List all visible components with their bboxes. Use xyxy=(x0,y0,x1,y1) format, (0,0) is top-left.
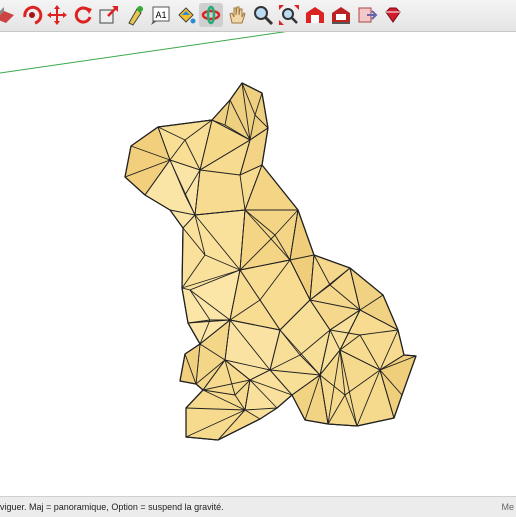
green-axis xyxy=(0,32,287,74)
zoom-extents-icon xyxy=(279,5,299,25)
warehouse-tool[interactable] xyxy=(303,3,327,27)
rotate-icon xyxy=(74,6,92,24)
orbit-tool[interactable] xyxy=(199,3,223,27)
pan-tool[interactable] xyxy=(225,3,249,27)
move-tool[interactable] xyxy=(45,3,69,27)
paint-bucket-icon xyxy=(178,7,196,24)
zoom-tool[interactable] xyxy=(251,3,275,27)
move-icon xyxy=(47,5,67,25)
orbit-red-icon xyxy=(23,5,43,25)
pushpull-tool[interactable] xyxy=(123,3,147,27)
text-tool[interactable]: A1 xyxy=(149,3,173,27)
model-canvas xyxy=(0,32,417,441)
text-icon: A1 xyxy=(151,6,170,25)
french-bulldog-model xyxy=(124,82,417,441)
scale-tool[interactable] xyxy=(97,3,121,27)
ruby-icon xyxy=(385,7,401,23)
paint-bucket-tool[interactable] xyxy=(174,3,198,27)
section-plane-tool[interactable] xyxy=(0,3,16,27)
text-icon-label: A1 xyxy=(155,10,166,20)
pan-hand-icon xyxy=(229,6,246,24)
orbit-red-tool[interactable] xyxy=(20,3,44,27)
send-to-layout-tool[interactable] xyxy=(355,3,379,27)
section-plane-icon xyxy=(0,7,14,23)
measurements-label: Me xyxy=(501,502,514,512)
zoom-icon xyxy=(254,6,274,26)
status-hint-text: viguer. Maj = panoramique, Option = susp… xyxy=(0,502,224,512)
scale-icon xyxy=(99,6,118,24)
warehouse-icon xyxy=(306,7,324,23)
toolbar: A1 xyxy=(0,0,516,32)
send-to-layout-icon xyxy=(358,7,378,23)
zoom-extents-tool[interactable] xyxy=(277,3,301,27)
3d-viewport[interactable] xyxy=(0,32,516,496)
extension-warehouse-tool[interactable] xyxy=(329,3,353,27)
status-bar: viguer. Maj = panoramique, Option = susp… xyxy=(0,496,516,517)
extension-warehouse-icon xyxy=(332,7,350,24)
ruby-console-tool[interactable] xyxy=(381,3,405,27)
orbit-icon xyxy=(201,5,221,25)
rotate-tool[interactable] xyxy=(71,3,95,27)
pushpull-icon xyxy=(128,6,143,26)
